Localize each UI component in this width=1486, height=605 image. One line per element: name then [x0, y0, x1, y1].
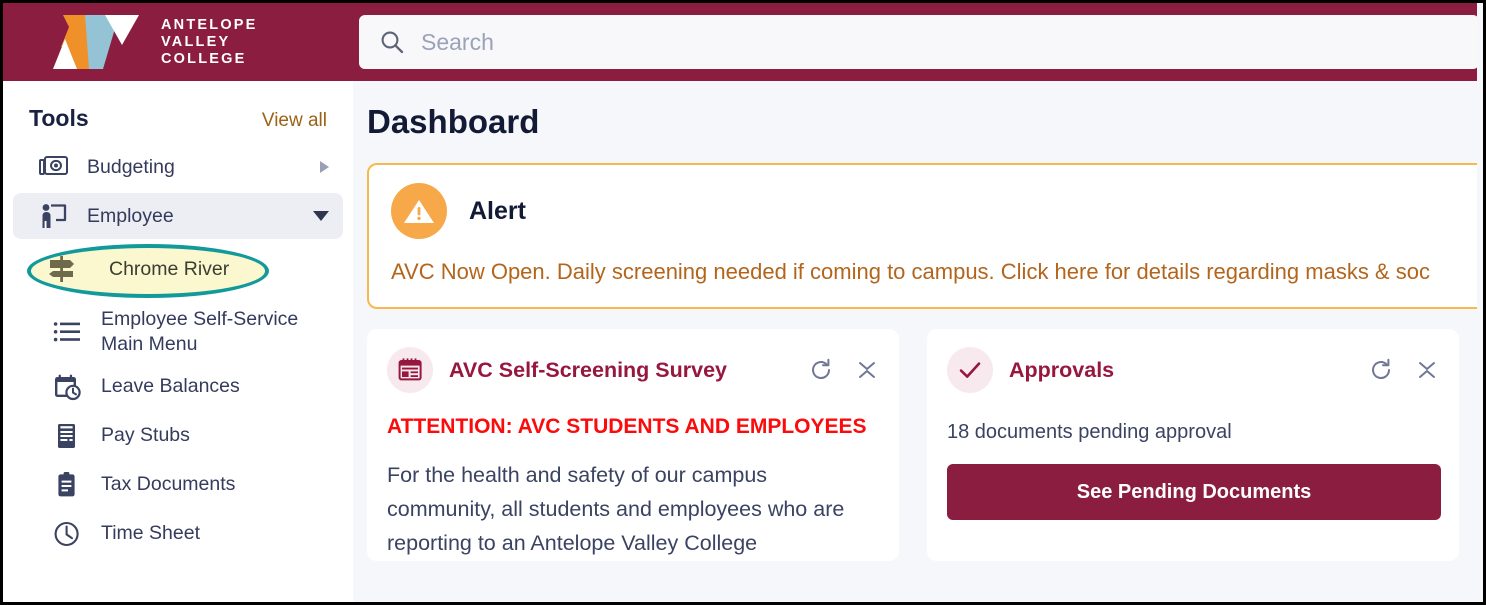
employee-submenu: Employee Self-Service Main Menu Leave Ba…	[3, 303, 353, 557]
card-actions	[809, 358, 879, 382]
collapse-icon[interactable]	[1415, 358, 1439, 382]
card-header: Approvals	[947, 347, 1439, 393]
search-area: Search	[359, 3, 1483, 81]
chrome-river-highlight-wrap: Chrome River	[3, 242, 353, 300]
sidebar-item-employee-self-service[interactable]: Employee Self-Service Main Menu	[27, 303, 343, 361]
alert-banner: Alert AVC Now Open. Daily screening need…	[367, 163, 1483, 309]
tools-header: Tools View all	[3, 81, 353, 132]
brand-line-2: VALLEY	[161, 33, 231, 50]
money-bill-icon	[39, 152, 73, 182]
sidebar-item-tax-documents[interactable]: Tax Documents	[27, 462, 343, 508]
search-input[interactable]: Search	[359, 15, 1479, 69]
card-approvals: Approvals 18 documents pending approval …	[927, 329, 1459, 561]
main-content: Dashboard Alert AVC Now Open. Daily scre…	[353, 81, 1483, 602]
attention-line: ATTENTION: AVC STUDENTS AND EMPLOYEES	[387, 415, 867, 438]
sidebar-item-label-chrome-river: Chrome River	[109, 257, 230, 280]
card-self-screening-survey: AVC Self-Screening Survey ATTENTION: AVC…	[367, 329, 899, 561]
brand-logo[interactable]: ANTELOPE VALLEY COLLEGE	[3, 3, 359, 81]
right-edge-strip	[1477, 3, 1483, 602]
sidebar-item-chrome-river[interactable]: Chrome River	[47, 254, 229, 284]
alert-header: Alert	[391, 183, 1483, 239]
top-bar: ANTELOPE VALLEY COLLEGE Search	[3, 3, 1483, 81]
search-icon	[381, 31, 404, 54]
check-icon	[947, 347, 993, 393]
sidebar-item-label-time-sheet: Time Sheet	[101, 522, 200, 545]
clock-icon	[53, 519, 87, 549]
sidebar: Tools View all Budgeting Employee Chrome…	[3, 81, 353, 602]
brand-line-1: ANTELOPE	[161, 16, 258, 33]
card-title-approvals: Approvals	[1009, 357, 1115, 382]
sidebar-item-time-sheet[interactable]: Time Sheet	[27, 511, 343, 557]
refresh-icon[interactable]	[1369, 358, 1393, 382]
tools-nav: Budgeting Employee Chrome River Employee…	[3, 144, 353, 557]
list-icon	[53, 317, 87, 347]
collapse-icon[interactable]	[855, 358, 879, 382]
card-body-survey: For the health and safety of our campus …	[387, 463, 845, 555]
alert-title: Alert	[469, 196, 526, 225]
pending-count-text: 18 documents pending approval	[947, 421, 1232, 443]
see-pending-documents-button[interactable]: See Pending Documents	[947, 464, 1441, 520]
brand-line-3: COLLEGE	[161, 50, 247, 67]
search-placeholder: Search	[421, 28, 494, 55]
warning-triangle-icon	[391, 183, 447, 239]
avc-logo-icon	[33, 13, 145, 71]
clipboard-icon	[53, 470, 87, 500]
alert-message[interactable]: AVC Now Open. Daily screening needed if …	[391, 259, 1483, 285]
sidebar-item-label-pay-stubs: Pay Stubs	[101, 424, 190, 447]
sidebar-item-leave-balances[interactable]: Leave Balances	[27, 364, 343, 410]
chevron-right-icon[interactable]	[320, 161, 329, 173]
refresh-icon[interactable]	[809, 358, 833, 382]
sidebar-item-employee[interactable]: Employee	[13, 193, 343, 239]
sidebar-item-label-employee-self-service: Employee Self-Service Main Menu	[101, 308, 299, 355]
dashboard-cards: AVC Self-Screening Survey ATTENTION: AVC…	[367, 329, 1483, 561]
receipt-icon	[53, 421, 87, 451]
sidebar-item-pay-stubs[interactable]: Pay Stubs	[27, 413, 343, 459]
calendar-table-icon	[387, 347, 433, 393]
sidebar-item-label-employee: Employee	[87, 204, 174, 227]
calendar-clock-icon	[53, 372, 87, 402]
card-header: AVC Self-Screening Survey	[387, 347, 879, 393]
sidebar-item-label-leave-balances: Leave Balances	[101, 375, 240, 398]
employee-presenter-icon	[39, 201, 73, 231]
signpost-icon	[47, 254, 81, 284]
chevron-down-icon[interactable]	[313, 211, 329, 221]
view-all-link[interactable]: View all	[262, 110, 327, 132]
sidebar-item-label-tax-documents: Tax Documents	[101, 473, 236, 496]
app-window: ANTELOPE VALLEY COLLEGE Search Tools Vie…	[0, 0, 1486, 605]
sidebar-item-budgeting[interactable]: Budgeting	[13, 144, 343, 190]
tools-title: Tools	[29, 105, 89, 131]
page-title: Dashboard	[367, 103, 540, 140]
brand-wordmark: ANTELOPE VALLEY COLLEGE	[161, 17, 258, 68]
card-title-survey: AVC Self-Screening Survey	[449, 357, 727, 382]
card-actions	[1369, 358, 1439, 382]
sidebar-item-label-budgeting: Budgeting	[87, 155, 175, 178]
